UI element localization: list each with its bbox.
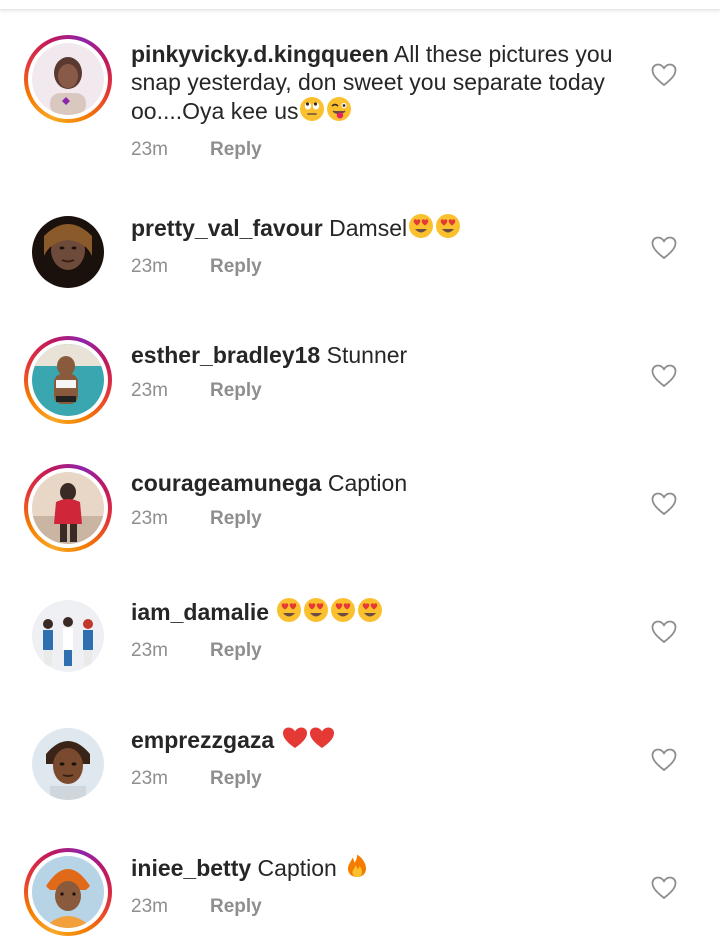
winking-tongue-emoji (326, 96, 352, 128)
comment-meta: 23m Reply (131, 380, 631, 404)
username[interactable]: iam_damalie (131, 599, 269, 625)
comment-text: pretty_val_favour Damsel (131, 213, 631, 245)
heart-eyes-emoji (330, 597, 356, 629)
timestamp: 23m (131, 139, 168, 160)
username[interactable]: courageamunega (131, 470, 321, 496)
reply-button[interactable]: Reply (210, 139, 262, 161)
username[interactable]: esther_bradley18 (131, 342, 320, 368)
avatar[interactable] (32, 728, 104, 800)
comment-text: iniee_betty Caption (131, 853, 631, 885)
reply-button[interactable]: Reply (210, 896, 262, 918)
avatar-story-ring[interactable] (24, 35, 112, 123)
comment-body: snap yesterday, don sweet you separate t… (131, 69, 605, 95)
like-heart-icon[interactable] (651, 364, 677, 388)
comment-body: All these pictures you (393, 41, 613, 67)
like-heart-icon[interactable] (651, 236, 677, 260)
avatar-story-ring[interactable] (24, 336, 112, 424)
timestamp: 23m (131, 640, 168, 661)
timestamp: 23m (131, 896, 168, 917)
red-heart-emoji (309, 725, 335, 757)
comment-meta: 23m Reply (131, 508, 631, 532)
timestamp: 23m (131, 380, 168, 401)
avatar[interactable] (32, 216, 104, 288)
heart-eyes-emoji (276, 597, 302, 629)
avatar[interactable] (32, 856, 104, 928)
heart-eyes-emoji (357, 597, 383, 629)
comment-meta: 23m Reply (131, 896, 631, 920)
like-heart-icon[interactable] (651, 748, 677, 772)
timestamp: 23m (131, 508, 168, 529)
comment-body: Damsel (329, 215, 408, 241)
heart-eyes-emoji (435, 213, 461, 245)
avatar[interactable] (32, 600, 104, 672)
comment-body: oo....Oya kee us (131, 98, 299, 124)
reply-button[interactable]: Reply (210, 256, 262, 278)
like-heart-icon[interactable] (651, 63, 677, 87)
username[interactable]: pretty_val_favour (131, 215, 323, 241)
comment-body: Caption (257, 855, 337, 881)
timestamp: 23m (131, 768, 168, 789)
username[interactable]: pinkyvicky.d.kingqueen (131, 41, 389, 67)
comment-meta: 23m Reply (131, 256, 631, 280)
like-heart-icon[interactable] (651, 492, 677, 516)
username[interactable]: emprezzgaza (131, 727, 274, 753)
comment-text: emprezzgaza (131, 725, 631, 757)
comment-text: pinkyvicky.d.kingqueen All these picture… (131, 40, 631, 128)
heart-eyes-emoji (408, 213, 434, 245)
timestamp: 23m (131, 256, 168, 277)
comment-body: Caption (327, 470, 408, 496)
red-heart-emoji (282, 725, 308, 757)
top-divider (0, 0, 720, 10)
eye-roll-emoji (299, 96, 325, 128)
avatar-story-ring[interactable] (24, 464, 112, 552)
comment-text: esther_bradley18 Stunner (131, 341, 631, 369)
comment-meta: 23m Reply (131, 640, 631, 664)
comment-meta: 23m Reply (131, 768, 631, 792)
avatar[interactable] (32, 344, 104, 416)
avatar-container[interactable] (24, 208, 112, 296)
avatar[interactable] (32, 43, 104, 115)
comment-text: iam_damalie (131, 597, 631, 629)
reply-button[interactable]: Reply (210, 640, 262, 662)
heart-eyes-emoji (303, 597, 329, 629)
comment-text: courageamunega Caption (131, 469, 631, 497)
comment-meta: 23m Reply (131, 139, 631, 163)
avatar[interactable] (32, 472, 104, 544)
reply-button[interactable]: Reply (210, 380, 262, 402)
avatar-container[interactable] (24, 720, 112, 808)
like-heart-icon[interactable] (651, 876, 677, 900)
reply-button[interactable]: Reply (210, 768, 262, 790)
comment-body: Stunner (326, 342, 408, 368)
avatar-container[interactable] (24, 592, 112, 680)
like-heart-icon[interactable] (651, 620, 677, 644)
reply-button[interactable]: Reply (210, 508, 262, 530)
avatar-story-ring[interactable] (24, 848, 112, 936)
fire-emoji (344, 853, 370, 885)
username[interactable]: iniee_betty (131, 855, 251, 881)
